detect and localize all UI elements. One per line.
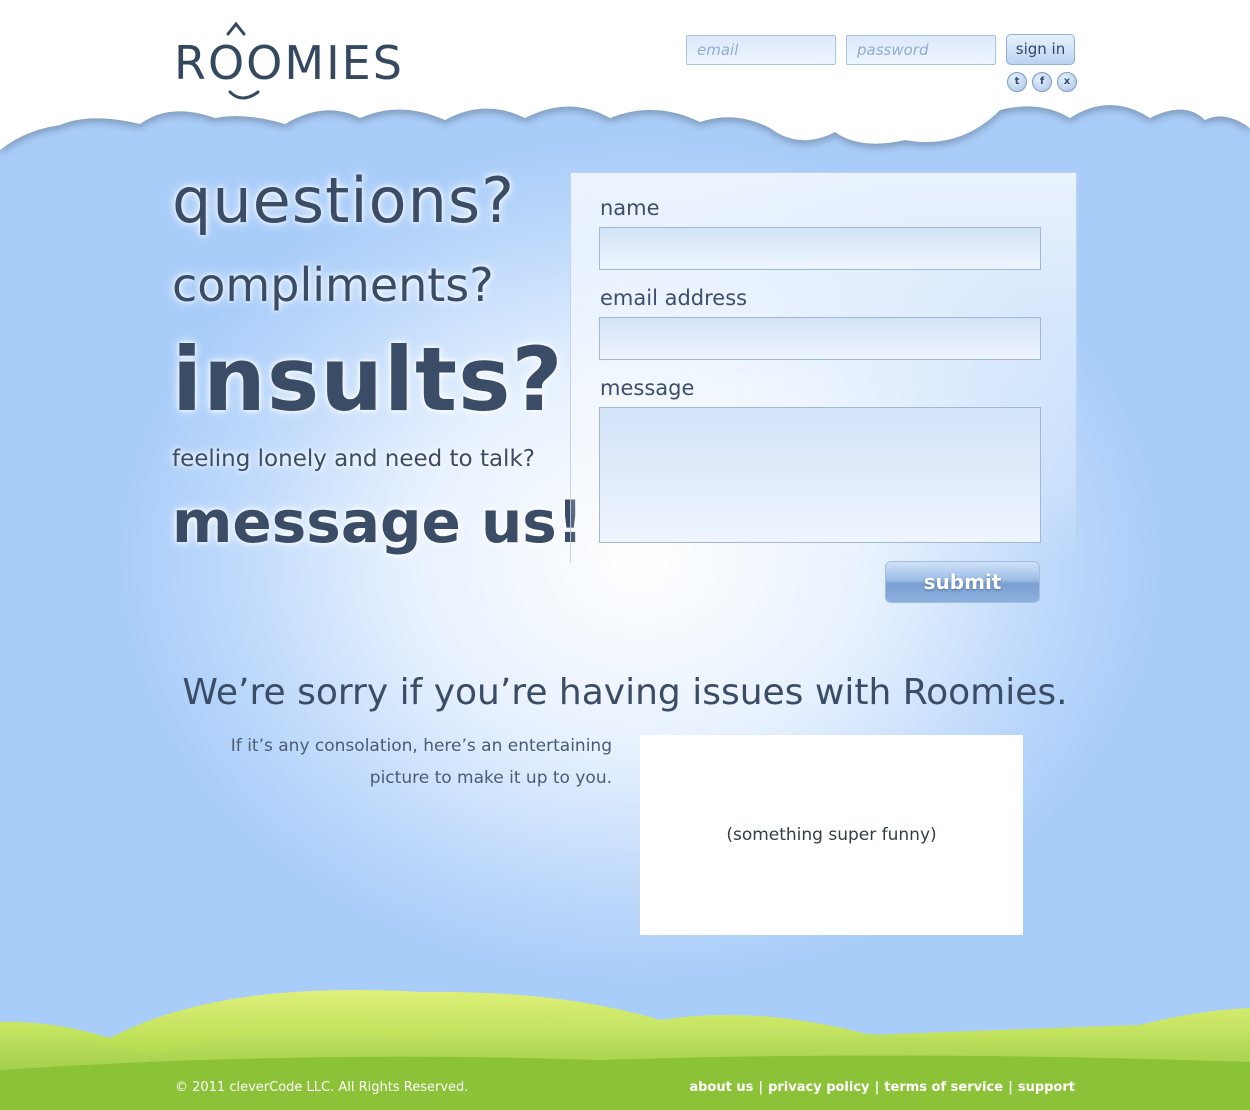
consolation-line-2: picture to make it up to you. — [369, 768, 612, 788]
twitter-icon[interactable]: t — [1007, 72, 1027, 92]
headline-insults: insults? — [172, 328, 564, 431]
message-textarea[interactable] — [599, 407, 1041, 543]
funny-picture-caption: (something super funny) — [726, 825, 937, 845]
consolation-line-1: If it’s any consolation, here’s an enter… — [230, 736, 612, 756]
copyright-text: © 2011 cleverCode LLC. All Rights Reserv… — [175, 1080, 469, 1095]
roomies-logo[interactable]: ROOMIES — [172, 12, 402, 102]
headline-message-us: message us! — [172, 488, 584, 556]
footer-link-about-us[interactable]: about us — [689, 1080, 753, 1095]
email-label: email address — [600, 286, 748, 310]
login-email-input[interactable] — [686, 35, 836, 65]
facebook-icon[interactable]: f — [1032, 72, 1052, 92]
footer-link-terms-of-service[interactable]: terms of service — [884, 1080, 1003, 1095]
logo-text: ROOMIES — [174, 36, 404, 90]
footer-separator: | — [1008, 1080, 1013, 1095]
name-input[interactable] — [599, 227, 1041, 270]
message-label: message — [600, 376, 695, 400]
funny-picture-placeholder: (something super funny) — [640, 735, 1023, 935]
headline-compliments: compliments? — [172, 258, 494, 312]
footer-separator: | — [758, 1080, 764, 1095]
footer-separator: | — [874, 1080, 880, 1095]
headline-lonely: feeling lonely and need to talk? — [172, 446, 535, 472]
submit-button[interactable]: submit — [885, 561, 1040, 603]
consolation-text: If it’s any consolation, here’s an enter… — [230, 730, 612, 794]
sign-in-button[interactable]: sign in — [1006, 34, 1075, 65]
footer-links: about us | privacy policy | terms of service… — [689, 1080, 1075, 1095]
share-icon[interactable]: x — [1057, 72, 1077, 92]
name-label: name — [600, 196, 660, 220]
headline-questions: questions? — [172, 164, 516, 237]
email-input[interactable] — [599, 317, 1041, 360]
sorry-heading: We’re sorry if you’re having issues with… — [182, 672, 1068, 713]
footer-link-privacy-policy[interactable]: privacy policy — [768, 1080, 869, 1095]
login-password-input[interactable] — [846, 35, 996, 65]
footer-link-support[interactable]: support — [1018, 1080, 1075, 1095]
